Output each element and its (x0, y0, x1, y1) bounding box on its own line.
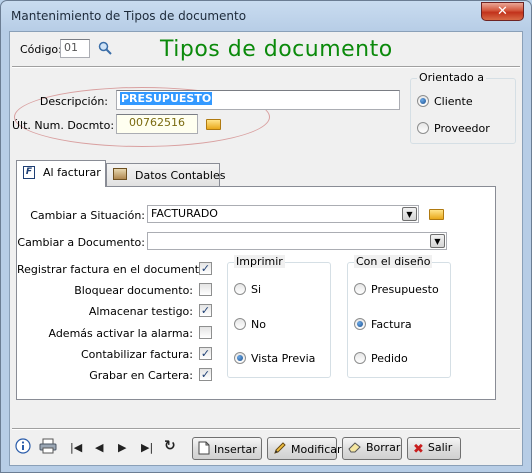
option-label: Factura (371, 318, 412, 331)
next-icon[interactable]: ▶ (118, 441, 126, 454)
title-bar: Mantenimiento de Tipos de documento ✕ (1, 1, 531, 31)
option-label: Vista Previa (251, 352, 316, 365)
ult-num-input[interactable]: 00762516 (116, 114, 198, 134)
close-button[interactable]: ✕ (481, 2, 524, 21)
option-label: No (251, 318, 266, 331)
button-label: Insertar (214, 443, 257, 456)
orientado-title: Orientado a (417, 71, 486, 84)
check-label-cartera: Grabar en Cartera: (89, 369, 193, 382)
client-area: Código: 01 Tipos de documento Descripció… (9, 31, 523, 466)
refresh-icon[interactable]: ↻ (164, 438, 176, 454)
checkbox-registrar[interactable]: ✓ (199, 262, 212, 275)
select-value: FACTURADO (151, 207, 218, 220)
cambiar-situacion-select[interactable]: FACTURADO ▼ (147, 205, 419, 223)
ledger-icon (113, 168, 127, 180)
descripcion-label: Descripción: (39, 95, 108, 108)
checkbox-almacenar[interactable]: ✓ (199, 304, 212, 317)
radio-icon (417, 122, 429, 134)
cambiar-situacion-label: Cambiar a Situación: (30, 209, 145, 222)
radio-icon (417, 95, 429, 107)
radio-icon (234, 318, 246, 330)
edit-pencil-icon (273, 441, 287, 458)
tab-panel-al-facturar: Cambiar a Situación: FACTURADO ▼ Cambiar… (16, 186, 496, 400)
option-label: Si (251, 283, 262, 296)
option-label: Proveedor (434, 122, 490, 135)
checkbox-cartera[interactable]: ✓ (199, 368, 212, 381)
diseno-option-presupuesto[interactable]: Presupuesto (354, 283, 439, 296)
radio-icon (234, 352, 246, 364)
radio-icon (354, 283, 366, 295)
imprimir-group: Imprimir Si No Vista Previa (227, 255, 331, 378)
radio-icon (354, 318, 366, 330)
chevron-down-icon[interactable]: ▼ (402, 207, 417, 221)
tab-label: Al facturar (43, 166, 101, 179)
imprimir-title: Imprimir (234, 255, 285, 268)
borrar-button[interactable]: Borrar (342, 437, 402, 460)
imprimir-option-si[interactable]: Si (234, 283, 261, 296)
header-divider (12, 66, 520, 68)
cambiar-documento-label: Cambiar a Documento: (17, 236, 145, 249)
checkbox-bloquear[interactable] (199, 283, 212, 296)
main-window: Mantenimiento de Tipos de documento ✕ Có… (0, 0, 532, 473)
diseno-group: Con el diseño Presupuesto Factura Pedido (347, 255, 451, 378)
diseno-title: Con el diseño (354, 255, 433, 268)
info-icon[interactable] (15, 438, 31, 454)
ult-num-label: Últ. Num. Docmto: (12, 119, 115, 132)
window-title: Mantenimiento de Tipos de documento (11, 9, 247, 23)
insertar-button[interactable]: Insertar (192, 437, 262, 460)
folder-icon[interactable] (429, 209, 444, 220)
search-icon[interactable] (98, 41, 112, 55)
button-label: Modificar (291, 443, 342, 456)
check-label-bloquear: Bloquear documento: (74, 284, 193, 297)
checkbox-contabilizar[interactable]: ✓ (199, 347, 212, 360)
check-label-alarma: Además activar la alarma: (48, 327, 193, 340)
button-label: Salir (427, 441, 453, 454)
orientado-option-proveedor[interactable]: Proveedor (417, 122, 490, 135)
salir-button[interactable]: ✖ Salir (407, 437, 461, 460)
prev-icon[interactable]: ◀ (95, 441, 103, 454)
checkbox-alarma[interactable] (199, 326, 212, 339)
codigo-input[interactable]: 01 (60, 39, 90, 58)
check-label-registrar: Registrar factura en el documento: (17, 263, 210, 276)
modificar-button[interactable]: Modificar (267, 437, 342, 460)
codigo-label: Código: (20, 43, 62, 56)
orientado-group: Orientado a Cliente Proveedor (410, 71, 516, 144)
option-label: Presupuesto (371, 283, 439, 296)
option-label: Pedido (371, 352, 408, 365)
cambiar-documento-select[interactable]: ▼ (147, 232, 447, 250)
eraser-icon (348, 441, 362, 456)
button-label: Borrar (366, 441, 401, 454)
tab-label: Datos Contables (135, 169, 226, 182)
tab-datos-contables[interactable]: Datos Contables (106, 163, 225, 187)
orientado-option-cliente[interactable]: Cliente (417, 95, 473, 108)
page-title: Tipos de documento (160, 37, 393, 62)
check-label-contabilizar: Contabilizar factura: (80, 348, 193, 361)
imprimir-option-vista-previa[interactable]: Vista Previa (234, 352, 315, 365)
chevron-down-icon[interactable]: ▼ (430, 234, 445, 248)
radio-icon (234, 283, 246, 295)
check-label-almacenar: Almacenar testigo: (88, 305, 193, 318)
imprimir-option-no[interactable]: No (234, 318, 266, 331)
first-icon[interactable]: |◀ (70, 441, 82, 454)
descripcion-value: PRESUPUESTO (120, 92, 213, 105)
diseno-option-factura[interactable]: Factura (354, 318, 412, 331)
tab-al-facturar[interactable]: F Al facturar (16, 160, 106, 187)
exit-x-icon: ✖ (413, 442, 424, 457)
option-label: Cliente (434, 95, 473, 108)
printer-icon[interactable] (39, 438, 57, 454)
last-icon[interactable]: ▶| (141, 441, 153, 454)
form-icon: F (23, 166, 35, 179)
new-document-icon (198, 441, 210, 458)
footer-divider (12, 428, 520, 430)
diseno-option-pedido[interactable]: Pedido (354, 352, 408, 365)
radio-icon (354, 352, 366, 364)
folder-icon[interactable] (206, 119, 221, 130)
descripcion-input[interactable]: PRESUPUESTO (116, 90, 400, 110)
